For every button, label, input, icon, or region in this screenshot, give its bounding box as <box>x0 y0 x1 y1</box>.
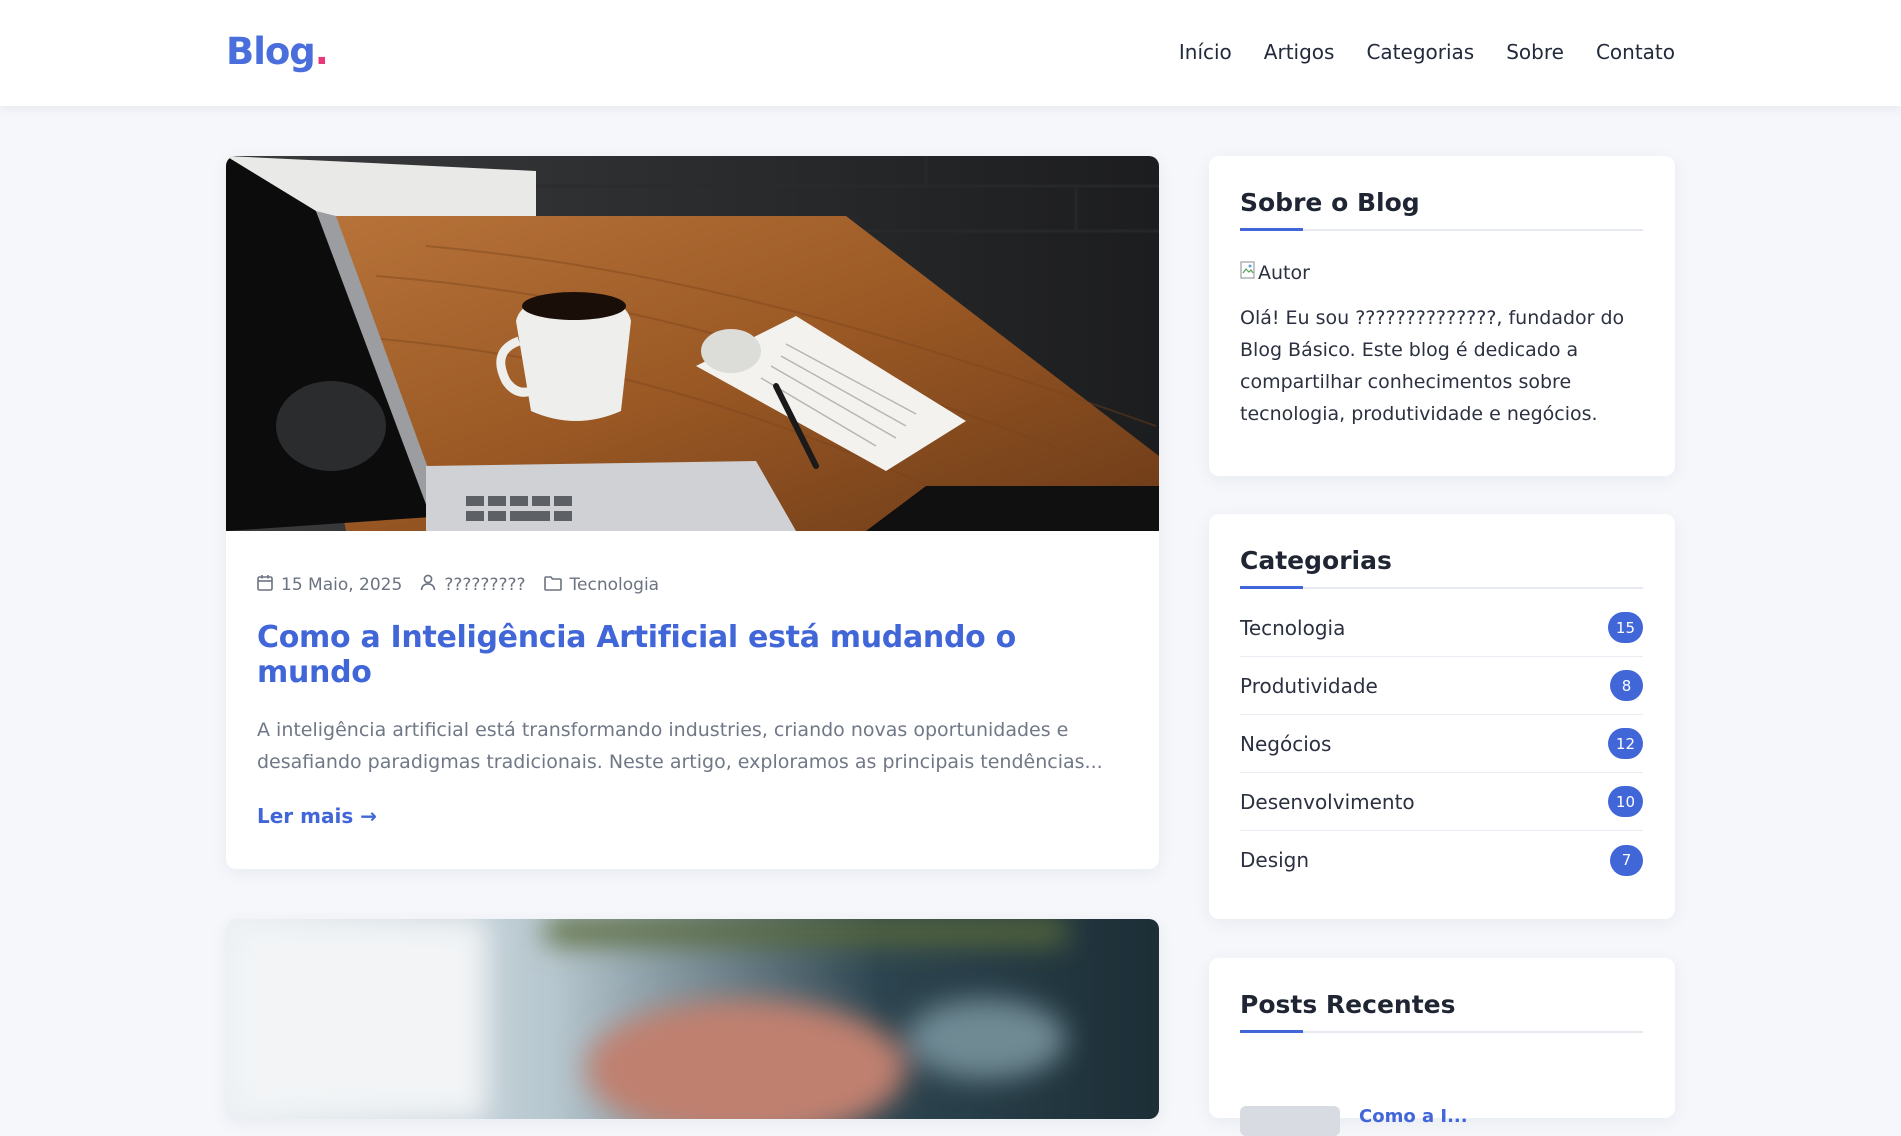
category-list: Tecnologia 15 Produtividade 8 Negócios 1… <box>1240 599 1643 889</box>
count-badge: 7 <box>1610 844 1643 876</box>
post-excerpt: A inteligência artificial está transform… <box>257 719 1103 773</box>
nav-link-inicio[interactable]: Início <box>1179 40 1232 64</box>
category-item-tecnologia[interactable]: Tecnologia 15 <box>1240 599 1643 657</box>
category-item-desenvolvimento[interactable]: Desenvolvimento 10 <box>1240 773 1643 831</box>
post-author: ????????? <box>420 574 526 596</box>
nav-link-sobre[interactable]: Sobre <box>1506 40 1564 64</box>
avatar: Autor <box>1240 261 1643 284</box>
broken-image-icon <box>1240 261 1256 284</box>
main-nav: Início Artigos Categorias Sobre Contato <box>1179 40 1675 64</box>
category-item-produtividade[interactable]: Produtividade 8 <box>1240 657 1643 715</box>
post-featured-image[interactable] <box>226 919 1159 1119</box>
post-category[interactable]: Tecnologia <box>543 575 659 596</box>
categories-widget: Categorias Tecnologia 15 Produtividade 8… <box>1209 514 1675 919</box>
site-logo[interactable]: Blog. <box>226 30 329 73</box>
read-more-link[interactable]: Ler mais → <box>257 804 377 828</box>
widget-title: Sobre o Blog <box>1240 188 1643 231</box>
calendar-icon <box>257 574 273 596</box>
category-item-negocios[interactable]: Negócios 12 <box>1240 715 1643 773</box>
recent-post-title[interactable]: Como a I... <box>1359 1106 1468 1127</box>
user-icon <box>420 574 436 596</box>
count-badge: 12 <box>1607 728 1643 759</box>
about-text: Olá! Eu sou ??????????????, fundador do … <box>1240 307 1625 425</box>
folder-icon <box>543 575 562 596</box>
site-header: Blog. Início Artigos Categorias Sobre Co… <box>0 0 1901 106</box>
post-card: 15 Maio, 2025 ????????? Tecnologia Como … <box>226 156 1159 869</box>
post-body: 15 Maio, 2025 ????????? Tecnologia Como … <box>257 574 1128 828</box>
nav-link-artigos[interactable]: Artigos <box>1264 40 1335 64</box>
widget-title: Posts Recentes <box>1240 990 1643 1033</box>
post-card <box>226 919 1159 1119</box>
widget-title: Categorias <box>1240 546 1643 589</box>
about-widget: Sobre o Blog Autor Olá! Eu sou ?????????… <box>1209 156 1675 476</box>
post-date: 15 Maio, 2025 <box>257 574 402 596</box>
nav-link-categorias[interactable]: Categorias <box>1366 40 1474 64</box>
count-badge: 15 <box>1607 612 1643 643</box>
count-badge: 10 <box>1607 786 1643 817</box>
post-meta: 15 Maio, 2025 ????????? Tecnologia <box>257 574 1128 596</box>
count-badge: 8 <box>1610 670 1643 701</box>
recent-post-thumbnail[interactable] <box>1240 1106 1340 1136</box>
nav-link-contato[interactable]: Contato <box>1596 40 1675 64</box>
recent-posts-widget: Posts Recentes Como a I... <box>1209 958 1675 1136</box>
category-item-design[interactable]: Design 7 <box>1240 831 1643 889</box>
post-featured-image[interactable] <box>226 156 1159 531</box>
post-title[interactable]: Como a Inteligência Artificial está muda… <box>257 620 1128 690</box>
